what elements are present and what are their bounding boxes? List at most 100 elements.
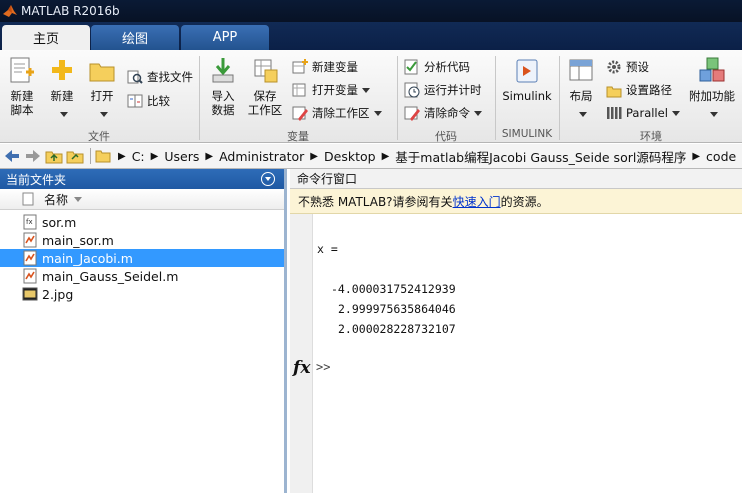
file-name: 2.jpg <box>42 286 74 302</box>
find-files-button[interactable]: 查找文件 <box>127 67 193 87</box>
name-column-label: 名称 <box>44 192 69 207</box>
open-button[interactable]: 打开 <box>84 56 120 120</box>
forward-arrow-icon[interactable] <box>24 148 42 164</box>
set-path-icon <box>606 86 622 98</box>
function-browser-button[interactable]: fx <box>293 358 310 378</box>
folder-open-icon <box>89 63 115 82</box>
clear-workspace-button[interactable]: 清除工作区 <box>292 103 382 123</box>
chevron-down-icon <box>671 110 680 116</box>
set-path-button[interactable]: 设置路径 <box>606 80 672 100</box>
compare-label: 比较 <box>147 94 170 108</box>
parallel-icon <box>607 107 622 119</box>
matlab-logo-icon <box>3 5 17 17</box>
m-file-icon <box>23 250 37 266</box>
layout-button[interactable]: 布局 <box>563 56 599 120</box>
compare-button[interactable]: 比较 <box>127 91 170 111</box>
up-folder-icon[interactable] <box>45 148 63 164</box>
window-title: MATLAB R2016b <box>21 4 120 18</box>
environment-group-label: 环境 <box>640 130 662 143</box>
preferences-button[interactable]: 预设 <box>606 57 649 77</box>
back-arrow-icon[interactable] <box>3 148 21 164</box>
breadcrumb-users[interactable]: Users <box>164 149 199 164</box>
run-and-time-button[interactable]: 运行并计时 <box>404 80 482 100</box>
command-prompt[interactable]: >> <box>316 360 330 374</box>
run-and-time-icon <box>404 82 420 98</box>
chevron-down-icon <box>710 112 718 117</box>
command-window: 命令行窗口 不熟悉 MATLAB?请参阅有关 快速入门 的资源。 x = -4.00… <box>290 169 742 493</box>
chevron-down-icon <box>362 87 370 93</box>
quick-start-link[interactable]: 快速入门 <box>453 193 501 210</box>
svg-text:fx: fx <box>26 218 33 226</box>
open-variable-label: 打开变量 <box>312 83 358 97</box>
breadcrumb-administrator[interactable]: Administrator <box>219 149 304 164</box>
addons-button[interactable]: 附加功能 <box>686 56 738 120</box>
simulink-button[interactable]: Simulink <box>500 56 554 103</box>
gear-icon <box>607 60 621 74</box>
save-workspace-button[interactable]: 保存 工作区 <box>245 56 285 117</box>
command-gutter <box>290 214 313 493</box>
file-name: main_Gauss_Seidel.m <box>42 268 179 284</box>
file-name: main_sor.m <box>42 232 114 248</box>
import-data-button[interactable]: 导入 数据 <box>205 56 241 117</box>
file-row-main-gauss-seidel[interactable]: main_Gauss_Seidel.m <box>0 267 284 285</box>
chevron-down-icon <box>373 110 382 116</box>
getting-started-tip: 不熟悉 MATLAB?请参阅有关 快速入门 的资源。 <box>290 189 742 214</box>
tab-home[interactable]: 主页 <box>2 25 90 50</box>
tab-plots[interactable]: 绘图 <box>91 25 179 50</box>
file-name: main_Jacobi.m <box>42 250 133 266</box>
file-name: sor.m <box>42 214 77 230</box>
breadcrumb-drive[interactable]: C: <box>132 149 145 164</box>
open-variable-button[interactable]: 打开变量 <box>292 80 370 100</box>
code-group-label: 代码 <box>435 130 457 143</box>
chevron-down-icon <box>100 112 108 117</box>
chevron-down-icon <box>60 112 68 117</box>
script-file-icon: fx <box>23 214 37 230</box>
file-row-main-jacobi[interactable]: main_Jacobi.m <box>0 249 284 267</box>
ribbon-toolstrip: 新建 脚本 新建 打开 查找文件 比较 文件 导入 数据 保存 工作区 新建变量… <box>0 50 742 143</box>
save-workspace-icon <box>254 59 278 83</box>
analyze-code-button[interactable]: 分析代码 <box>404 57 470 77</box>
folder-icon <box>95 150 111 163</box>
breadcrumb-desktop[interactable]: Desktop <box>324 149 376 164</box>
addons-label: 附加功能 <box>689 89 735 103</box>
open-label: 打开 <box>90 89 114 103</box>
new-script-button[interactable]: 新建 脚本 <box>4 56 40 117</box>
m-file-icon <box>23 232 37 248</box>
new-variable-button[interactable]: 新建变量 <box>292 57 358 77</box>
save-workspace-label: 保存 工作区 <box>247 89 283 117</box>
output-value-3: 2.000028228732107 <box>338 322 456 336</box>
breadcrumb-code[interactable]: code <box>706 149 736 164</box>
plus-icon <box>52 60 72 80</box>
parallel-button[interactable]: Parallel <box>606 103 680 123</box>
clear-commands-button[interactable]: 清除命令 <box>404 103 482 123</box>
layout-label: 布局 <box>569 89 593 103</box>
breadcrumb-project-folder[interactable]: 基于matlab编程Jacobi Gauss_Seide sorl源码程序 <box>395 147 686 166</box>
breadcrumb-separator: ▶ <box>381 150 390 162</box>
import-data-label: 导入 数据 <box>211 89 235 117</box>
breadcrumb-separator: ▶ <box>310 150 318 162</box>
browse-folder-icon[interactable] <box>66 148 84 164</box>
current-folder-panel: 当前文件夹 名称 fx sor.m main_sor.m main_Jacobi… <box>0 169 287 493</box>
clear-commands-label: 清除命令 <box>424 106 470 120</box>
simulink-group-label: SIMULINK <box>501 128 553 140</box>
clear-workspace-icon <box>292 106 308 121</box>
chevron-down-icon <box>265 177 271 181</box>
breadcrumb-separator: ▶ <box>205 150 214 162</box>
name-column-header[interactable]: 名称 <box>0 189 284 210</box>
title-bar: MATLAB R2016b <box>0 0 742 22</box>
new-script-icon <box>10 57 34 83</box>
file-row-main-sor[interactable]: main_sor.m <box>0 231 284 249</box>
tip-suffix: 的资源。 <box>500 194 549 209</box>
chevron-down-icon <box>474 110 482 116</box>
file-row-2-jpg[interactable]: 2.jpg <box>0 285 284 303</box>
output-value-1: -4.000031752412939 <box>331 282 456 296</box>
simulink-label: Simulink <box>502 89 552 103</box>
new-button[interactable]: 新建 <box>44 56 80 120</box>
panel-menu-button[interactable] <box>261 172 275 186</box>
file-column-icon <box>22 192 34 206</box>
file-row-sor[interactable]: fx sor.m <box>0 213 284 231</box>
new-script-label: 新建 脚本 <box>10 89 34 117</box>
output-variable-line: x = <box>317 242 338 256</box>
tab-apps[interactable]: APP <box>181 25 269 50</box>
preferences-label: 预设 <box>626 60 649 74</box>
